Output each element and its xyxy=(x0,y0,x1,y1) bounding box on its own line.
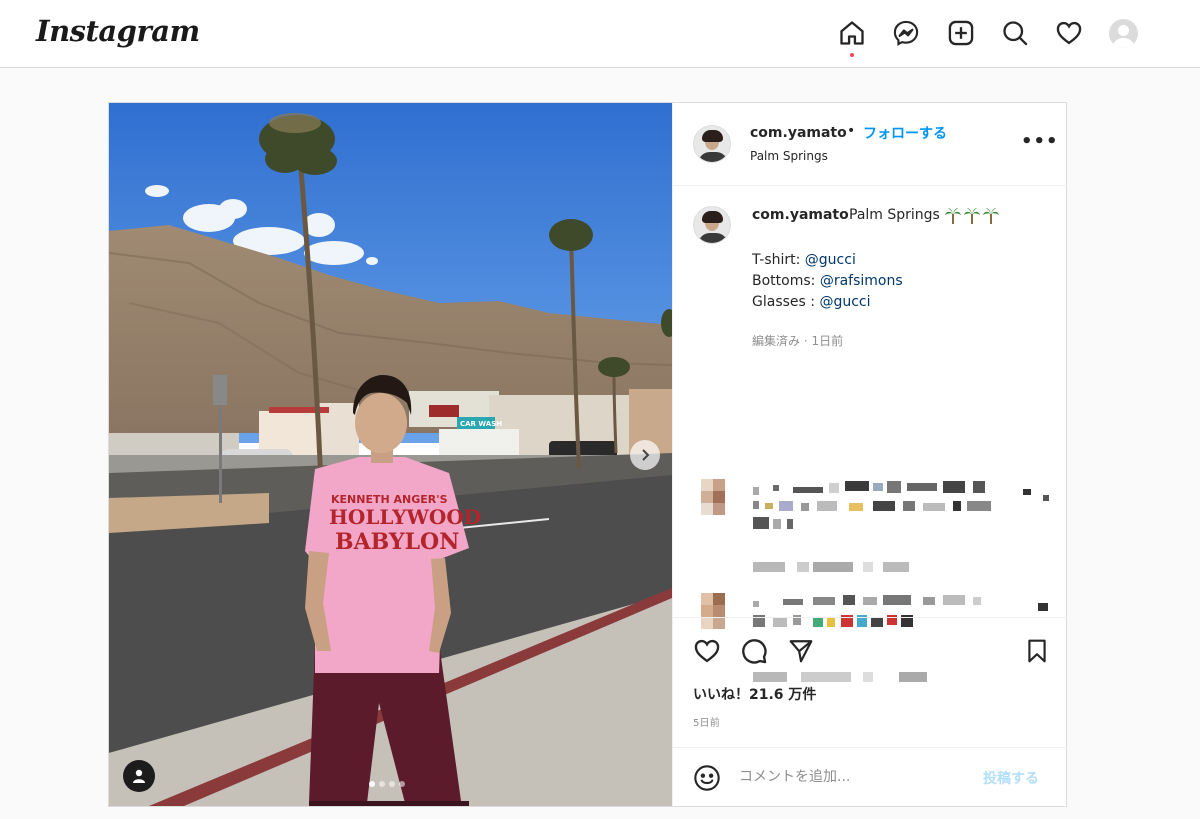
comment-icon[interactable] xyxy=(739,636,769,666)
heart-icon[interactable] xyxy=(1053,17,1085,49)
comment-text-pixelated xyxy=(753,481,1053,543)
carousel-dot xyxy=(389,781,395,787)
post-header: com.yamato • フォローする Palm Springs ••• xyxy=(673,103,1067,186)
photo-illustration: CAR WASH KENNETH ANGER'S HOLLYWOOD BABYL… xyxy=(109,103,672,806)
post-photo[interactable]: CAR WASH KENNETH ANGER'S HOLLYWOOD BABYL… xyxy=(109,103,672,806)
like-count[interactable]: いいね！21.6 万件 xyxy=(693,684,816,704)
caption-line-prefix: Glasses : xyxy=(752,294,820,310)
caption-author-avatar[interactable] xyxy=(693,206,731,244)
share-icon[interactable] xyxy=(786,636,816,666)
carousel-dot xyxy=(379,781,385,787)
pixelated-avatar xyxy=(701,479,725,515)
author-username[interactable]: com.yamato xyxy=(750,125,847,141)
avatar-hair-shape xyxy=(702,130,723,142)
post-timestamp[interactable]: 5日前 xyxy=(693,714,720,729)
shirt-text-line-2: HOLLYWOOD xyxy=(329,505,481,529)
palm-tree-icon xyxy=(983,208,999,224)
shirt-text-line-3: BABYLON xyxy=(335,529,459,555)
avatar-shirt-shape xyxy=(698,152,728,162)
bookmark-icon[interactable] xyxy=(1022,636,1052,666)
caption-meta: 編集済み · 1日前 xyxy=(752,334,844,348)
caption-username[interactable]: com.yamato xyxy=(752,207,849,223)
caption-line-prefix: T-shirt: xyxy=(752,252,805,268)
mention-link[interactable]: @rafsimons xyxy=(820,273,903,289)
mention-link[interactable]: @gucci xyxy=(819,294,870,310)
person-icon xyxy=(133,769,145,783)
new-post-icon[interactable] xyxy=(945,17,977,49)
home-icon[interactable] xyxy=(836,17,868,49)
comment-meta-pixelated xyxy=(753,559,953,578)
avatar-hair-shape xyxy=(702,211,723,223)
chevron-right-icon xyxy=(642,449,650,461)
post-comment-button[interactable]: 投稿する xyxy=(983,768,1039,788)
avatar-body-shape xyxy=(1113,38,1134,48)
comment-avatar-pixelated[interactable] xyxy=(695,479,731,515)
post-location[interactable]: Palm Springs xyxy=(750,149,828,163)
caption-emojis xyxy=(944,207,1000,225)
post-side-panel: com.yamato • フォローする Palm Springs ••• com… xyxy=(672,103,1067,806)
add-comment-bar: 投稿する xyxy=(673,747,1067,806)
post-card: CAR WASH KENNETH ANGER'S HOLLYWOOD BABYL… xyxy=(108,102,1067,807)
caption-line: T-shirt: @gucci xyxy=(752,250,903,271)
mosaic-meta xyxy=(753,562,909,572)
comment-input[interactable] xyxy=(739,766,969,788)
top-navigation-bar: Instagram xyxy=(0,0,1200,68)
mosaic-text-block xyxy=(753,481,1049,529)
post-actions: いいね！21.6 万件 5日前 xyxy=(673,617,1067,747)
caption-line: Glasses : @gucci xyxy=(752,292,903,313)
carousel-next-button[interactable] xyxy=(630,440,660,470)
palm-tree-icon xyxy=(964,208,980,224)
follow-button[interactable]: フォローする xyxy=(863,123,947,143)
avatar-shirt-shape xyxy=(698,233,728,243)
car-wash-sign-text: CAR WASH xyxy=(460,420,502,428)
carousel-dot xyxy=(369,781,375,787)
author-avatar[interactable] xyxy=(693,125,731,163)
avatar-head-shape xyxy=(1118,25,1129,36)
mention-link[interactable]: @gucci xyxy=(805,252,856,268)
palm-tree-icon xyxy=(945,208,961,224)
tagged-user-icon[interactable] xyxy=(123,760,155,792)
emoji-icon[interactable] xyxy=(693,764,721,792)
caption-line: Bottoms: @rafsimons xyxy=(752,271,903,292)
search-icon[interactable] xyxy=(999,17,1031,49)
instagram-logo[interactable]: Instagram xyxy=(36,14,200,48)
comments-section: com.yamato Palm Springs T-shirt: @gucci … xyxy=(673,187,1067,682)
like-icon[interactable] xyxy=(692,636,722,666)
notification-dot xyxy=(850,53,854,57)
messenger-icon[interactable] xyxy=(890,17,922,49)
carousel-dot xyxy=(399,781,405,787)
more-options-icon[interactable]: ••• xyxy=(1021,131,1059,152)
profile-avatar[interactable] xyxy=(1109,19,1138,48)
caption-text: Palm Springs xyxy=(849,207,940,223)
caption-credits: T-shirt: @gucci Bottoms: @rafsimons Glas… xyxy=(752,250,903,313)
separator-bullet: • xyxy=(847,123,856,139)
caption-line-prefix: Bottoms: xyxy=(752,273,820,289)
carousel-indicator xyxy=(369,781,405,787)
